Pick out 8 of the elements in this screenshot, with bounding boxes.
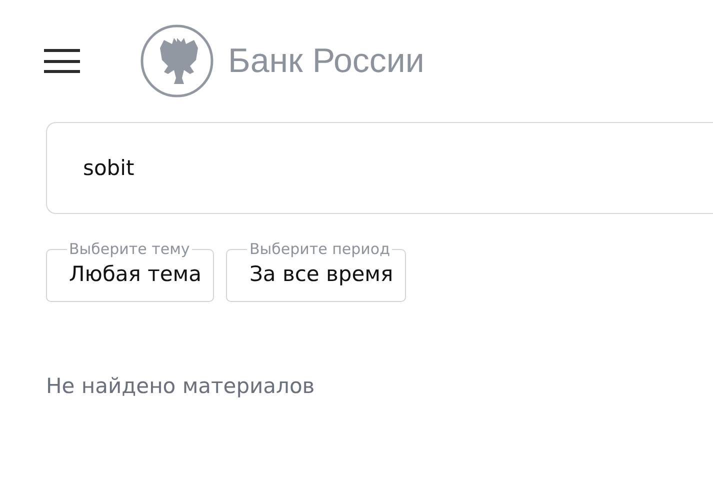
filter-select[interactable]: Выберите тему Любая тема — [46, 240, 214, 302]
menu-button[interactable] — [44, 49, 80, 73]
filter-label: Выберите тему — [68, 240, 191, 258]
emblem-logo-icon — [140, 24, 214, 98]
empty-message: Не найдено материалов — [46, 374, 316, 398]
filter-label: Выберите период — [248, 240, 391, 258]
filter-select[interactable]: Выберите период За все время — [226, 240, 406, 302]
search-field[interactable]: sobit — [46, 122, 713, 214]
